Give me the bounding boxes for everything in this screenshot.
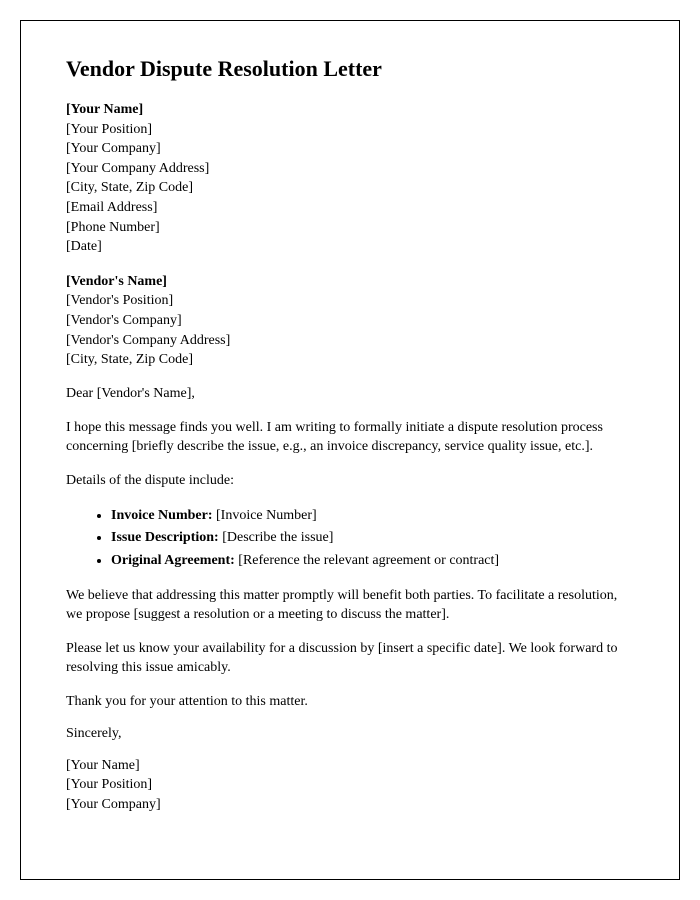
issue-label: Issue Description:	[111, 530, 219, 545]
detail-invoice: Invoice Number: [Invoice Number]	[111, 505, 634, 527]
recipient-address: [Vendor's Company Address]	[66, 331, 634, 351]
sender-city-state-zip: [City, State, Zip Code]	[66, 178, 634, 198]
intro-paragraph: I hope this message finds you well. I am…	[66, 418, 634, 457]
details-lead: Details of the dispute include:	[66, 471, 634, 491]
sender-company: [Your Company]	[66, 139, 634, 159]
resolution-paragraph: We believe that addressing this matter p…	[66, 586, 634, 625]
recipient-name: [Vendor's Name]	[66, 272, 634, 292]
recipient-city-state-zip: [City, State, Zip Code]	[66, 350, 634, 370]
signature-company: [Your Company]	[66, 795, 634, 815]
agreement-value: [Reference the relevant agreement or con…	[235, 553, 499, 568]
sender-address: [Your Company Address]	[66, 159, 634, 179]
detail-issue: Issue Description: [Describe the issue]	[111, 527, 634, 549]
recipient-position: [Vendor's Position]	[66, 291, 634, 311]
details-list: Invoice Number: [Invoice Number] Issue D…	[111, 505, 634, 572]
detail-agreement: Original Agreement: [Reference the relev…	[111, 550, 634, 572]
invoice-value: [Invoice Number]	[213, 508, 317, 523]
recipient-block: [Vendor's Name] [Vendor's Position] [Ven…	[66, 272, 634, 370]
issue-value: [Describe the issue]	[219, 530, 334, 545]
thanks-paragraph: Thank you for your attention to this mat…	[66, 692, 634, 712]
signature-name: [Your Name]	[66, 756, 634, 776]
recipient-company: [Vendor's Company]	[66, 311, 634, 331]
letter-page: Vendor Dispute Resolution Letter [Your N…	[20, 20, 680, 880]
sender-position: [Your Position]	[66, 120, 634, 140]
sender-email: [Email Address]	[66, 198, 634, 218]
sender-name: [Your Name]	[66, 100, 634, 120]
agreement-label: Original Agreement:	[111, 553, 235, 568]
sender-date: [Date]	[66, 237, 634, 257]
availability-paragraph: Please let us know your availability for…	[66, 639, 634, 678]
sender-phone: [Phone Number]	[66, 218, 634, 238]
sender-block: [Your Name] [Your Position] [Your Compan…	[66, 100, 634, 257]
signature-block: [Your Name] [Your Position] [Your Compan…	[66, 756, 634, 815]
invoice-label: Invoice Number:	[111, 508, 213, 523]
closing: Sincerely,	[66, 726, 634, 742]
salutation: Dear [Vendor's Name],	[66, 386, 634, 402]
letter-title: Vendor Dispute Resolution Letter	[66, 56, 634, 82]
signature-position: [Your Position]	[66, 775, 634, 795]
